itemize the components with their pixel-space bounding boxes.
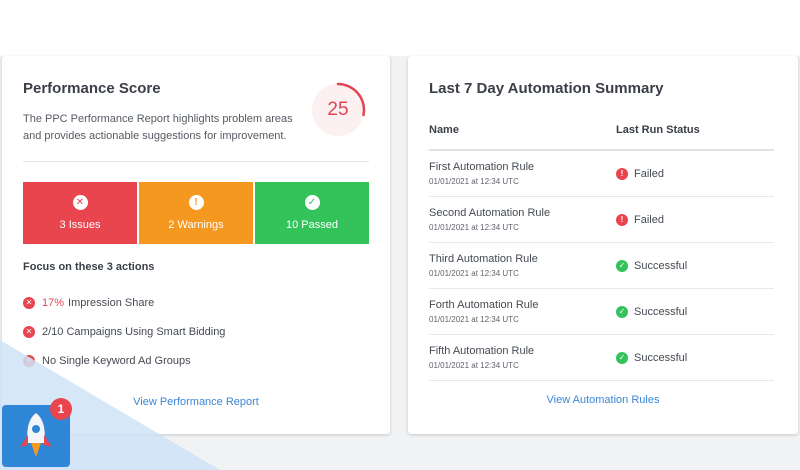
action-item: ✕ 17% Impression Share: [23, 288, 225, 317]
check-circle-icon: ✓: [616, 259, 628, 272]
status-text: Failed: [634, 213, 664, 226]
table-row[interactable]: Third Automation Rule 01/01/2021 at 12:3…: [429, 243, 774, 289]
performance-score-card: Performance Score The PPC Performance Re…: [2, 56, 390, 434]
exclamation-circle-icon: !: [616, 167, 628, 180]
table-row[interactable]: Second Automation Rule 01/01/2021 at 12:…: [429, 197, 774, 243]
issues-tile[interactable]: ✕ 3 Issues: [23, 182, 137, 244]
passed-label: 10 Passed: [286, 219, 338, 231]
action-list: ✕ 17% Impression Share ✕ 2/10 Campaigns …: [23, 288, 225, 375]
focus-heading: Focus on these 3 actions: [23, 261, 155, 273]
column-header-status: Last Run Status: [616, 124, 700, 136]
status-text: Successful: [634, 305, 688, 318]
check-circle-icon: ✓: [616, 351, 628, 364]
card-title: Performance Score: [23, 80, 161, 97]
action-text: 2/10 Campaigns Using Smart Bidding: [42, 325, 226, 338]
rule-time: 01/01/2021 at 12:34 UTC: [429, 177, 519, 186]
status-cell: ! Failed: [616, 213, 774, 226]
warnings-tile[interactable]: ! 2 Warnings: [139, 182, 253, 244]
action-text: No Single Keyword Ad Groups: [42, 354, 191, 367]
check-circle-icon: ✓: [616, 305, 628, 318]
table-row[interactable]: Fifth Automation Rule 01/01/2021 at 12:3…: [429, 335, 774, 381]
rule-time: 01/01/2021 at 12:34 UTC: [429, 315, 519, 324]
result-tiles: ✕ 3 Issues ! 2 Warnings ✓ 10 Passed: [23, 182, 369, 244]
passed-tile[interactable]: ✓ 10 Passed: [255, 182, 369, 244]
status-text: Failed: [634, 167, 664, 180]
action-highlight: 17%: [42, 296, 65, 309]
status-cell: ✓ Successful: [616, 305, 774, 318]
table-row[interactable]: Forth Automation Rule 01/01/2021 at 12:3…: [429, 289, 774, 335]
divider: [23, 161, 369, 162]
automation-summary-card: Last 7 Day Automation Summary Name Last …: [408, 56, 798, 434]
status-cell: ! Failed: [616, 167, 774, 180]
card-description: The PPC Performance Report highlights pr…: [23, 113, 293, 142]
dashboard-stage: Performance Score The PPC Performance Re…: [0, 56, 800, 470]
rule-time: 01/01/2021 at 12:34 UTC: [429, 269, 519, 278]
status-text: Successful: [634, 259, 688, 272]
card-title: Last 7 Day Automation Summary: [429, 80, 664, 97]
column-header-name: Name: [429, 124, 459, 136]
view-automation-rules-link[interactable]: View Automation Rules: [408, 394, 798, 406]
x-circle-icon: ✕: [23, 354, 35, 367]
rule-time: 01/01/2021 at 12:34 UTC: [429, 223, 519, 232]
status-text: Successful: [634, 351, 688, 364]
exclamation-circle-icon: !: [616, 213, 628, 226]
automation-table: Name Last Run Status First Automation Ru…: [429, 124, 774, 381]
status-cell: ✓ Successful: [616, 351, 774, 364]
issues-label: 3 Issues: [59, 219, 101, 231]
x-circle-icon: ✕: [23, 325, 35, 338]
exclamation-circle-icon: !: [188, 195, 204, 210]
x-circle-icon: ✕: [23, 296, 35, 309]
performance-score-value: 25: [327, 99, 349, 120]
warnings-label: 2 Warnings: [168, 219, 224, 231]
rule-time: 01/01/2021 at 12:34 UTC: [429, 361, 519, 370]
rule-name: Third Automation Rule: [429, 253, 538, 265]
rule-name: Second Automation Rule: [429, 207, 551, 219]
x-circle-icon: ✕: [72, 195, 88, 210]
rule-name: Forth Automation Rule: [429, 299, 539, 311]
check-circle-icon: ✓: [304, 195, 320, 210]
status-cell: ✓ Successful: [616, 259, 774, 272]
table-header: Name Last Run Status: [429, 124, 774, 151]
notification-badge: 1: [50, 398, 72, 420]
rule-name: Fifth Automation Rule: [429, 345, 535, 357]
action-item: ✕ 2/10 Campaigns Using Smart Bidding: [23, 317, 225, 346]
rule-name: First Automation Rule: [429, 161, 535, 173]
action-text: Impression Share: [68, 296, 155, 309]
table-row[interactable]: First Automation Rule 01/01/2021 at 12:3…: [429, 151, 774, 197]
action-item: ✕ No Single Keyword Ad Groups: [23, 346, 225, 375]
